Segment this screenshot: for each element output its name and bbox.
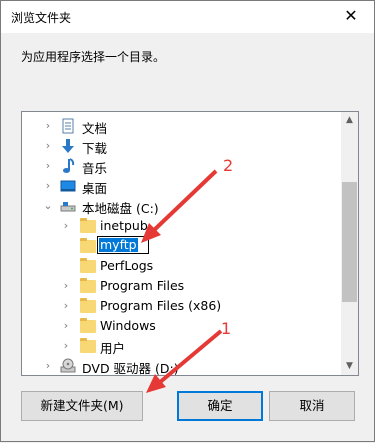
annotation-arrows bbox=[141, 169, 223, 393]
browse-folder-dialog: 浏览文件夹 ✕ 为应用程序选择一个目录。 › 文档 › 下载 › 音乐 › 桌面… bbox=[0, 0, 375, 442]
annotation-arrow-1 bbox=[157, 329, 223, 385]
annotation-number-1: 1 bbox=[221, 319, 232, 338]
annotation-arrow-2 bbox=[149, 169, 218, 235]
annotation-arrowhead-1 bbox=[146, 374, 166, 393]
annotation-number-2: 2 bbox=[223, 156, 234, 175]
